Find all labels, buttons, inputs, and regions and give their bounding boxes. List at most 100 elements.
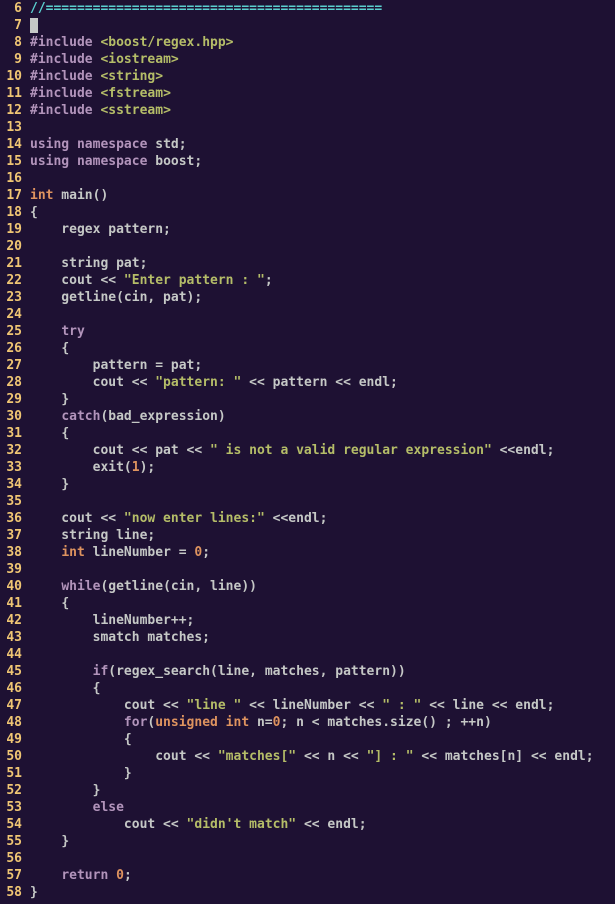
line-number: 45 [0, 663, 22, 680]
code-line[interactable]: while(getline(cin, line)) [30, 578, 615, 595]
code-line[interactable]: string pat; [30, 255, 615, 272]
code-line[interactable]: try [30, 323, 615, 340]
code-token: <string> [100, 69, 163, 84]
code-line[interactable] [30, 170, 615, 187]
code-token: ; [265, 273, 273, 288]
code-line[interactable]: } [30, 884, 615, 901]
code-token: try [61, 324, 84, 339]
code-line[interactable]: { [30, 731, 615, 748]
code-token: cout << pat << [30, 443, 210, 458]
code-line[interactable] [30, 850, 615, 867]
code-line[interactable]: lineNumber++; [30, 612, 615, 629]
line-number: 19 [0, 221, 22, 238]
code-area[interactable]: //======================================… [26, 0, 615, 904]
code-token [30, 715, 124, 730]
code-token: string pat; [30, 256, 147, 271]
code-line[interactable] [30, 119, 615, 136]
line-number: 6 [0, 0, 22, 17]
code-line[interactable]: #include <iostream> [30, 51, 615, 68]
code-line[interactable]: cout << "now enter lines:" <<endl; [30, 510, 615, 527]
code-line[interactable] [30, 238, 615, 255]
code-token [30, 477, 61, 492]
code-token: << n << [296, 749, 366, 764]
code-line[interactable]: else [30, 799, 615, 816]
code-line[interactable]: if(regex_search(line, matches, pattern)) [30, 663, 615, 680]
code-token: exit( [30, 460, 132, 475]
line-number: 51 [0, 765, 22, 782]
code-line[interactable]: { [30, 340, 615, 357]
code-token [30, 341, 61, 356]
code-token: cout << [30, 817, 187, 832]
code-line[interactable]: string line; [30, 527, 615, 544]
code-line[interactable]: } [30, 476, 615, 493]
code-token: } [93, 783, 101, 798]
code-line[interactable]: cout << "matches[" << n << "] : " << mat… [30, 748, 615, 765]
code-line[interactable]: { [30, 204, 615, 221]
line-number: 9 [0, 51, 22, 68]
code-line[interactable]: #include <boost/regex.hpp> [30, 34, 615, 51]
code-line[interactable]: #include <string> [30, 68, 615, 85]
code-line[interactable] [30, 17, 615, 34]
line-number: 15 [0, 153, 22, 170]
line-number: 29 [0, 391, 22, 408]
code-token: main() [53, 188, 108, 203]
code-token: <fstream> [100, 86, 170, 101]
code-token: #include [30, 103, 93, 118]
code-token: (bad_expression) [100, 409, 225, 424]
code-line[interactable]: using namespace std; [30, 136, 615, 153]
code-line[interactable]: catch(bad_expression) [30, 408, 615, 425]
code-token: using [30, 137, 69, 152]
code-line[interactable]: { [30, 425, 615, 442]
code-line[interactable]: } [30, 765, 615, 782]
code-line[interactable]: #include <sstream> [30, 102, 615, 119]
code-line[interactable] [30, 493, 615, 510]
code-token: std; [147, 137, 186, 152]
code-line[interactable]: { [30, 595, 615, 612]
code-token: "] : " [367, 749, 414, 764]
code-line[interactable] [30, 646, 615, 663]
code-line[interactable]: pattern = pat; [30, 357, 615, 374]
code-editor[interactable]: 6789101112131415161718192021222324252627… [0, 0, 615, 904]
line-number: 41 [0, 595, 22, 612]
code-line[interactable]: cout << "pattern: " << pattern << endl; [30, 374, 615, 391]
code-line[interactable]: int lineNumber = 0; [30, 544, 615, 561]
code-token: { [61, 341, 69, 356]
code-token: { [30, 205, 38, 220]
code-line[interactable]: for(unsigned int n=0; n < matches.size()… [30, 714, 615, 731]
code-line[interactable]: #include <fstream> [30, 85, 615, 102]
code-token: (regex_search(line, matches, pattern)) [108, 664, 405, 679]
code-line[interactable]: //======================================… [30, 0, 615, 17]
code-line[interactable]: cout << pat << " is not a valid regular … [30, 442, 615, 459]
code-line[interactable]: getline(cin, pat); [30, 289, 615, 306]
code-token [30, 766, 124, 781]
line-number: 24 [0, 306, 22, 323]
code-line[interactable]: } [30, 391, 615, 408]
code-line[interactable] [30, 306, 615, 323]
code-line[interactable]: } [30, 833, 615, 850]
code-token: } [61, 392, 69, 407]
code-token [30, 732, 124, 747]
code-token: << lineNumber << [241, 698, 382, 713]
code-line[interactable]: int main() [30, 187, 615, 204]
code-token [30, 579, 61, 594]
line-number: 26 [0, 340, 22, 357]
code-line[interactable]: } [30, 782, 615, 799]
code-line[interactable]: using namespace boost; [30, 153, 615, 170]
code-token: for [124, 715, 147, 730]
line-number: 20 [0, 238, 22, 255]
code-token [30, 426, 61, 441]
code-line[interactable] [30, 561, 615, 578]
code-line[interactable]: return 0; [30, 867, 615, 884]
code-line[interactable]: smatch matches; [30, 629, 615, 646]
code-token: "line " [187, 698, 242, 713]
code-line[interactable]: cout << "didn't match" << endl; [30, 816, 615, 833]
code-line[interactable]: regex pattern; [30, 221, 615, 238]
code-token: (getline(cin, line)) [100, 579, 257, 594]
code-line[interactable]: cout << "line " << lineNumber << " : " <… [30, 697, 615, 714]
code-token: <iostream> [100, 52, 178, 67]
code-line[interactable]: { [30, 680, 615, 697]
code-line[interactable]: cout << "Enter pattern : "; [30, 272, 615, 289]
code-line[interactable]: exit(1); [30, 459, 615, 476]
line-number: 54 [0, 816, 22, 833]
line-number: 31 [0, 425, 22, 442]
